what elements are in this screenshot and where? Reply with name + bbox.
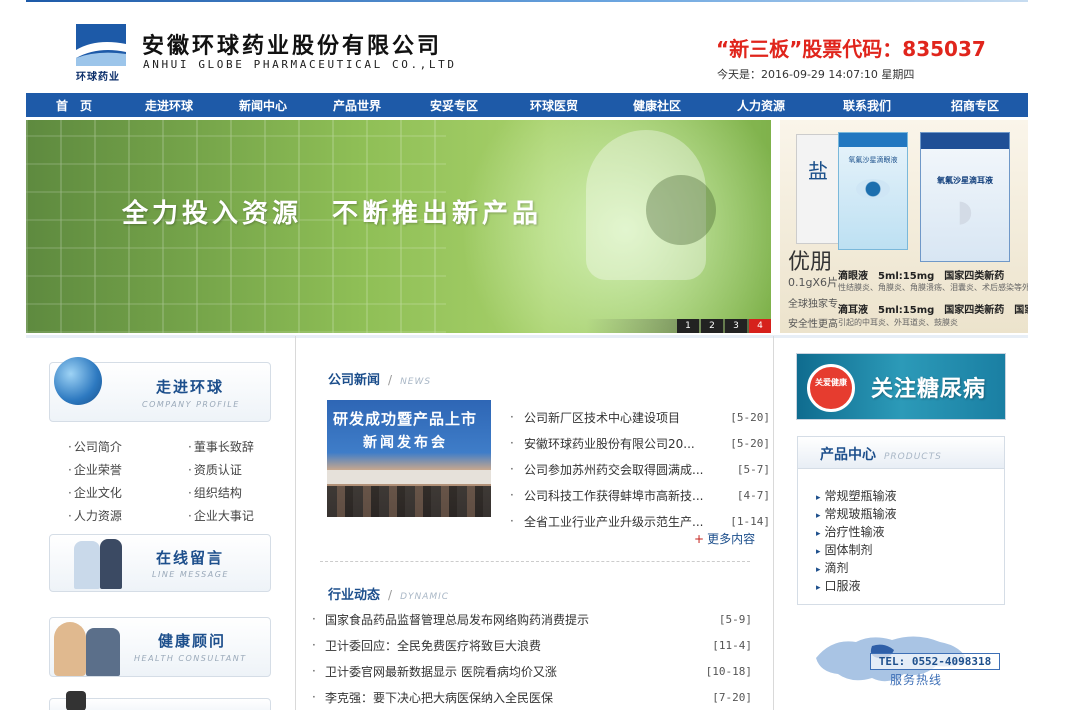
globe-icon bbox=[54, 357, 102, 405]
plus-icon: + bbox=[694, 532, 705, 546]
service-hotline: 服务热线 bbox=[890, 673, 943, 687]
link-honors[interactable]: 企业荣誉 bbox=[68, 461, 188, 478]
industry-heading: 行业动态 / DYNAMIC bbox=[328, 584, 449, 603]
company-news-en: NEWS bbox=[400, 377, 432, 387]
divider bbox=[320, 561, 750, 562]
current-datetime: 今天是：2016-09-29 14:07:10 星期四 bbox=[717, 68, 915, 81]
message-card-title: 在线留言 bbox=[156, 549, 225, 567]
ear-icon: ◗ bbox=[957, 194, 973, 229]
about-card[interactable]: 走进环球 COMPANY PROFILE bbox=[49, 357, 271, 422]
globe-logo-icon[interactable] bbox=[76, 24, 126, 66]
company-name-en: ANHUI GLOBE PHARMACEUTICAL CO.,LTD bbox=[143, 58, 457, 71]
product-box-tablet: 盐 bbox=[796, 134, 840, 244]
link-hr[interactable]: 人力资源 bbox=[68, 507, 188, 524]
nav-products[interactable]: 产品世界 bbox=[310, 97, 404, 114]
industry-en: DYNAMIC bbox=[400, 592, 450, 602]
product-item[interactable]: 固体制剂 bbox=[816, 541, 897, 559]
company-news-heading: 公司新闻 / NEWS bbox=[328, 369, 431, 388]
product-advertisement[interactable]: 盐 氧氟沙星滴眼液 氧氟沙星滴耳液 ◗ 优朋 0.1gX6片 滴眼液 5ml:1… bbox=[780, 120, 1028, 333]
consultant-card-sub: HEALTH CONSULTANT bbox=[134, 654, 247, 663]
nav-news[interactable]: 新闻中心 bbox=[216, 97, 310, 114]
microscope-icon bbox=[66, 691, 86, 710]
list-item[interactable]: · 国家食品药品监督管理总局发布网络购药消费提示 [5-9] bbox=[312, 606, 752, 632]
board-image bbox=[74, 541, 100, 589]
news-item[interactable]: · 公司科技工作获得蚌埠市高新技... [4-7] bbox=[510, 482, 770, 508]
nav-health[interactable]: 健康社区 bbox=[604, 97, 710, 114]
news-item[interactable]: · 公司参加苏州药交会取得圆满成... [5-7] bbox=[510, 456, 770, 482]
man-image bbox=[86, 628, 120, 676]
message-card[interactable]: 在线留言 LINE MESSAGE bbox=[49, 534, 271, 592]
about-links: 公司简介 董事长致辞 企业荣誉 资质认证 企业文化 组织结构 人力资源 企业大事… bbox=[68, 438, 268, 524]
link-organization[interactable]: 组织结构 bbox=[188, 484, 268, 501]
product-item[interactable]: 滴剂 bbox=[816, 559, 897, 577]
banner-pager: 1 2 3 4 bbox=[675, 319, 771, 333]
ad-brand: 优朋 bbox=[788, 250, 833, 275]
nav-trade[interactable]: 环球医贸 bbox=[504, 97, 604, 114]
link-certification[interactable]: 资质认证 bbox=[188, 461, 268, 478]
about-card-sub: COMPANY PROFILE bbox=[142, 400, 240, 409]
product-center-title: 产品中心 bbox=[820, 447, 876, 463]
banner-slogan: 全力投入资源 不断推出新产品 bbox=[122, 199, 543, 229]
banner-page-2[interactable]: 2 bbox=[701, 319, 723, 333]
top-accent-line bbox=[26, 0, 1028, 2]
diabetes-text: 关注糖尿病 bbox=[871, 377, 987, 402]
phone-number[interactable]: TEL: 0552-4098318 bbox=[870, 653, 1000, 670]
product-item[interactable]: 治疗性输液 bbox=[816, 523, 897, 541]
stock-code: “新三板”股票代码：835037 bbox=[716, 37, 986, 61]
link-culture[interactable]: 企业文化 bbox=[68, 484, 188, 501]
news-item[interactable]: · 公司新厂区技术中心建设项目 [5-20] bbox=[510, 404, 770, 430]
woman-image bbox=[54, 622, 86, 676]
industry-title: 行业动态 bbox=[328, 588, 381, 603]
news-item[interactable]: · 安徽环球药业股份有限公司20... [5-20] bbox=[510, 430, 770, 456]
eye-drops-box: 氧氟沙星滴眼液 bbox=[838, 132, 908, 250]
company-news-list: · 公司新厂区技术中心建设项目 [5-20] · 安徽环球药业股份有限公司20...[… bbox=[510, 404, 770, 534]
link-milestones[interactable]: 企业大事记 bbox=[188, 507, 268, 524]
company-name-cn: 安徽环球药业股份有限公司 bbox=[142, 33, 443, 59]
product-center-en: PRODUCTS bbox=[884, 452, 942, 462]
list-item[interactable]: · 李克强：要下决心把大病医保纳入全民医保 [7-20] bbox=[312, 684, 752, 710]
nav-about[interactable]: 走进环球 bbox=[122, 97, 216, 114]
product-item[interactable]: 常规塑瓶输液 bbox=[816, 487, 897, 505]
product-center: 产品中心 PRODUCTS 常规塑瓶输液 常规玻瓶输液 治疗性输液 固体制剂 滴… bbox=[797, 436, 1005, 605]
main-nav: 首 页 走进环球 新闻中心 产品世界 安妥专区 环球医贸 健康社区 人力资源 联… bbox=[26, 93, 1028, 117]
industry-news-list: · 国家食品药品监督管理总局发布网络购药消费提示 [5-9] · 卫计委回应：全民免费… bbox=[312, 606, 752, 710]
product-item[interactable]: 常规玻瓶输液 bbox=[816, 505, 897, 523]
ad-ear-line: 滴耳液 5ml:15mg 国家四类新药 国家基本药物 bbox=[838, 305, 1028, 316]
banner-page-1[interactable]: 1 bbox=[677, 319, 699, 333]
consultant-card-title: 健康顾问 bbox=[158, 632, 227, 650]
link-chairman[interactable]: 董事长致辞 bbox=[188, 438, 268, 455]
eye-icon bbox=[856, 179, 890, 199]
about-card-title: 走进环球 bbox=[156, 378, 225, 396]
next-card[interactable] bbox=[49, 691, 271, 710]
ad-dose: 0.1gX6片 bbox=[788, 276, 839, 289]
ad-exclusive: 全球独家专 bbox=[788, 299, 838, 310]
logo-caption: 环球药业 bbox=[76, 72, 120, 83]
list-item[interactable]: · 卫计委回应：全民免费医疗将致巨大浪费 [11-4] bbox=[312, 632, 752, 658]
product-list: 常规塑瓶输液 常规玻瓶输液 治疗性输液 固体制剂 滴剂 口服液 bbox=[816, 487, 897, 595]
banner-page-4[interactable]: 4 bbox=[749, 319, 771, 333]
nav-investment[interactable]: 招商专区 bbox=[922, 97, 1028, 114]
list-item[interactable]: · 卫计委官网最新数据显示 医院看病均价又涨 [10-18] bbox=[312, 658, 752, 684]
nav-hr[interactable]: 人力资源 bbox=[710, 97, 812, 114]
message-card-sub: LINE MESSAGE bbox=[152, 570, 229, 579]
news-photo[interactable]: 研发成功暨产品上市 新闻发布会 bbox=[327, 400, 491, 517]
nav-home[interactable]: 首 页 bbox=[26, 97, 122, 114]
hero-banner[interactable]: 全力投入资源 不断推出新产品 1 2 3 4 bbox=[26, 120, 771, 333]
ear-drops-box: 氧氟沙星滴耳液 ◗ bbox=[920, 132, 1010, 262]
ad-ear-desc: 引起的中耳炎、外耳道炎、鼓膜炎 bbox=[838, 318, 958, 327]
link-intro[interactable]: 公司简介 bbox=[68, 438, 188, 455]
nav-contact[interactable]: 联系我们 bbox=[812, 97, 922, 114]
more-news-link[interactable]: + 更多内容 bbox=[694, 530, 755, 547]
banner-page-3[interactable]: 3 bbox=[725, 319, 747, 333]
person-image bbox=[100, 539, 122, 589]
company-news-title: 公司新闻 bbox=[328, 373, 381, 388]
ad-safety: 安全性更高 bbox=[788, 319, 838, 330]
ad-eye-desc: 性结膜炎、角膜炎、角膜溃疡、泪囊炎、术后感染等外眼感 bbox=[838, 283, 1028, 292]
health-badge-icon: 关爱健康 bbox=[807, 364, 855, 412]
product-item[interactable]: 口服液 bbox=[816, 577, 897, 595]
ad-eye-line: 滴眼液 5ml:15mg 国家四类新药 bbox=[838, 271, 1005, 282]
consultant-card[interactable]: 健康顾问 HEALTH CONSULTANT bbox=[49, 617, 271, 677]
nav-antuo[interactable]: 安妥专区 bbox=[404, 97, 504, 114]
diabetes-banner[interactable]: 关爱健康 关注糖尿病 bbox=[796, 353, 1006, 420]
